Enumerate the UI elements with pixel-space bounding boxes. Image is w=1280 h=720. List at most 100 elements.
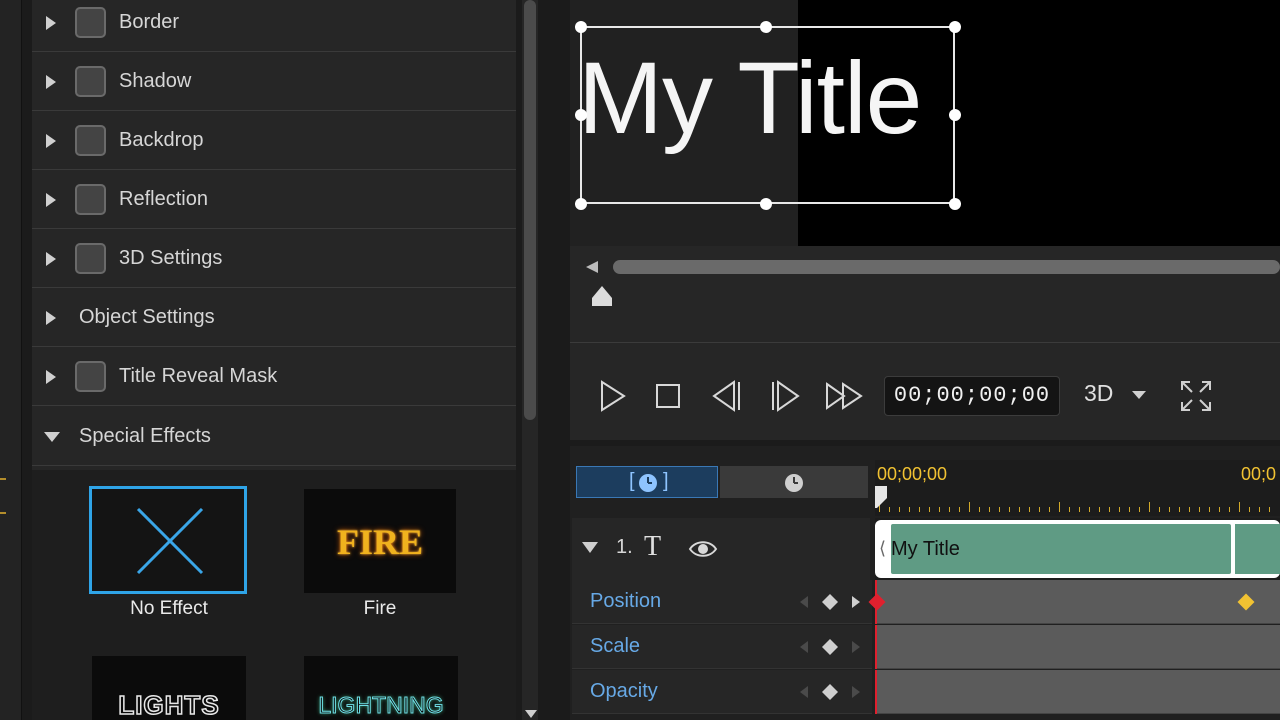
effect-no-effect[interactable]: No Effect bbox=[88, 486, 250, 626]
seek-left-arrow-icon[interactable] bbox=[586, 261, 598, 273]
effect-lights[interactable]: LIGHTS bbox=[92, 656, 246, 720]
seek-track[interactable] bbox=[613, 260, 1280, 274]
ruler-tick bbox=[1259, 507, 1260, 512]
property-section-shadow[interactable]: Shadow bbox=[32, 53, 516, 111]
ruler-tick bbox=[1099, 507, 1100, 512]
resize-handle[interactable] bbox=[949, 109, 961, 121]
enable-checkbox[interactable] bbox=[75, 361, 106, 392]
effect-name: No Effect bbox=[130, 598, 208, 619]
scroll-down-arrow-icon[interactable] bbox=[525, 710, 537, 718]
ruler-tick bbox=[899, 507, 900, 512]
property-section-special-effects[interactable]: Special Effects bbox=[32, 408, 516, 466]
resize-handle[interactable] bbox=[575, 109, 587, 121]
properties-scrollbar[interactable] bbox=[522, 0, 538, 720]
next-keyframe-icon bbox=[852, 641, 860, 653]
playhead-marker-icon[interactable] bbox=[875, 486, 887, 508]
effect-thumbnail bbox=[89, 486, 247, 594]
property-section-reflection[interactable]: Reflection bbox=[32, 171, 516, 229]
enable-checkbox[interactable] bbox=[75, 243, 106, 274]
ruler-tick bbox=[1129, 507, 1130, 512]
chevron-right-icon[interactable] bbox=[46, 192, 56, 207]
ruler-timecode: 00;0 bbox=[1241, 464, 1277, 484]
chevron-down-icon[interactable] bbox=[44, 431, 60, 442]
chevron-down-icon[interactable] bbox=[1132, 391, 1146, 399]
clock-icon bbox=[639, 474, 657, 492]
title-designer-window: Border Shadow Backdrop Reflection 3D Setting… bbox=[0, 0, 1280, 720]
playback-controls: 00;00;00;00 3D bbox=[570, 362, 1280, 428]
title-clip[interactable]: ⟨ My Title bbox=[875, 520, 1280, 578]
chevron-right-icon[interactable] bbox=[46, 74, 56, 89]
tab-clip-timeline[interactable]: [ ] bbox=[576, 466, 718, 498]
preview-canvas[interactable]: My Title bbox=[570, 0, 1280, 246]
resize-handle[interactable] bbox=[575, 198, 587, 210]
scrollbar-thumb[interactable] bbox=[524, 0, 536, 420]
property-section-label: Backdrop bbox=[119, 129, 204, 151]
track-number: 1. bbox=[616, 536, 633, 558]
divider bbox=[570, 342, 1280, 343]
resize-handle[interactable] bbox=[949, 21, 961, 33]
keyframe-nav-controls[interactable] bbox=[794, 590, 864, 614]
ruler-tick bbox=[1069, 507, 1070, 512]
effect-fire[interactable]: FIRE Fire bbox=[302, 486, 458, 626]
play-button[interactable] bbox=[592, 376, 632, 416]
keyframe-marker[interactable] bbox=[1237, 593, 1255, 611]
seek-slider-thumb[interactable] bbox=[592, 286, 612, 306]
3d-mode-dropdown[interactable]: 3D bbox=[1084, 380, 1113, 407]
chevron-right-icon[interactable] bbox=[46, 15, 56, 30]
ruler-tick bbox=[939, 507, 940, 512]
ruler-tick bbox=[1239, 502, 1240, 512]
chevron-right-icon[interactable] bbox=[46, 133, 56, 148]
timeline-ruler[interactable]: 00;00;00 00;0 bbox=[875, 460, 1280, 516]
next-frame-button[interactable] bbox=[764, 376, 804, 416]
ruler-tick bbox=[1029, 507, 1030, 512]
property-section-3d-settings[interactable]: 3D Settings bbox=[32, 230, 516, 288]
fullscreen-button[interactable] bbox=[1176, 376, 1216, 416]
edge-marker bbox=[0, 512, 6, 514]
chevron-right-icon[interactable] bbox=[46, 310, 56, 325]
enable-checkbox[interactable] bbox=[75, 125, 106, 156]
property-section-border[interactable]: Border bbox=[32, 0, 516, 52]
eye-icon[interactable] bbox=[688, 536, 718, 562]
enable-checkbox[interactable] bbox=[75, 66, 106, 97]
stop-button[interactable] bbox=[648, 376, 688, 416]
keyframe-lane[interactable] bbox=[875, 670, 1280, 714]
effect-thumbnail: LIGHTS bbox=[92, 656, 246, 720]
clip-label: My Title bbox=[891, 538, 960, 560]
keyframe-lane[interactable] bbox=[875, 625, 1280, 669]
keyframe-lane[interactable] bbox=[868, 580, 1280, 624]
ruler-tick bbox=[1249, 507, 1250, 512]
keyframe-nav-controls[interactable] bbox=[794, 680, 864, 704]
resize-handle[interactable] bbox=[575, 21, 587, 33]
property-section-object-settings[interactable]: Object Settings bbox=[32, 289, 516, 347]
resize-handle[interactable] bbox=[760, 21, 772, 33]
property-section-label: 3D Settings bbox=[119, 247, 223, 269]
fast-forward-button[interactable] bbox=[824, 376, 864, 416]
expand-track-icon[interactable] bbox=[582, 542, 598, 553]
property-section-backdrop[interactable]: Backdrop bbox=[32, 112, 516, 170]
keyframe-nav-controls[interactable] bbox=[794, 635, 864, 659]
ruler-tick bbox=[1219, 507, 1220, 512]
properties-panel: Border Shadow Backdrop Reflection 3D Setting… bbox=[32, 0, 516, 720]
chevron-right-icon[interactable] bbox=[46, 369, 56, 384]
ruler-tick bbox=[1149, 502, 1150, 512]
resize-handle[interactable] bbox=[949, 198, 961, 210]
timecode-display[interactable]: 00;00;00;00 bbox=[884, 376, 1060, 416]
clip-trim-left-icon[interactable]: ⟨ bbox=[879, 538, 886, 559]
next-keyframe-icon bbox=[852, 686, 860, 698]
previous-frame-icon bbox=[712, 380, 740, 412]
effect-lightning[interactable]: LIGHTNING bbox=[304, 656, 458, 720]
lightning-thumb-text: LIGHTNING bbox=[318, 692, 444, 719]
resize-handle[interactable] bbox=[760, 198, 772, 210]
tab-full-timeline[interactable] bbox=[720, 466, 868, 498]
enable-checkbox[interactable] bbox=[75, 184, 106, 215]
selection-box[interactable] bbox=[580, 26, 955, 204]
property-section-label: Object Settings bbox=[79, 306, 215, 328]
attribute-name: Opacity bbox=[590, 680, 658, 702]
fast-forward-icon bbox=[826, 382, 863, 410]
previous-frame-button[interactable] bbox=[708, 376, 748, 416]
property-section-title-reveal-mask[interactable]: Title Reveal Mask bbox=[32, 348, 516, 406]
left-edge-strip bbox=[0, 0, 22, 720]
enable-checkbox[interactable] bbox=[75, 7, 106, 38]
chevron-right-icon[interactable] bbox=[46, 251, 56, 266]
playhead-line bbox=[875, 670, 877, 714]
